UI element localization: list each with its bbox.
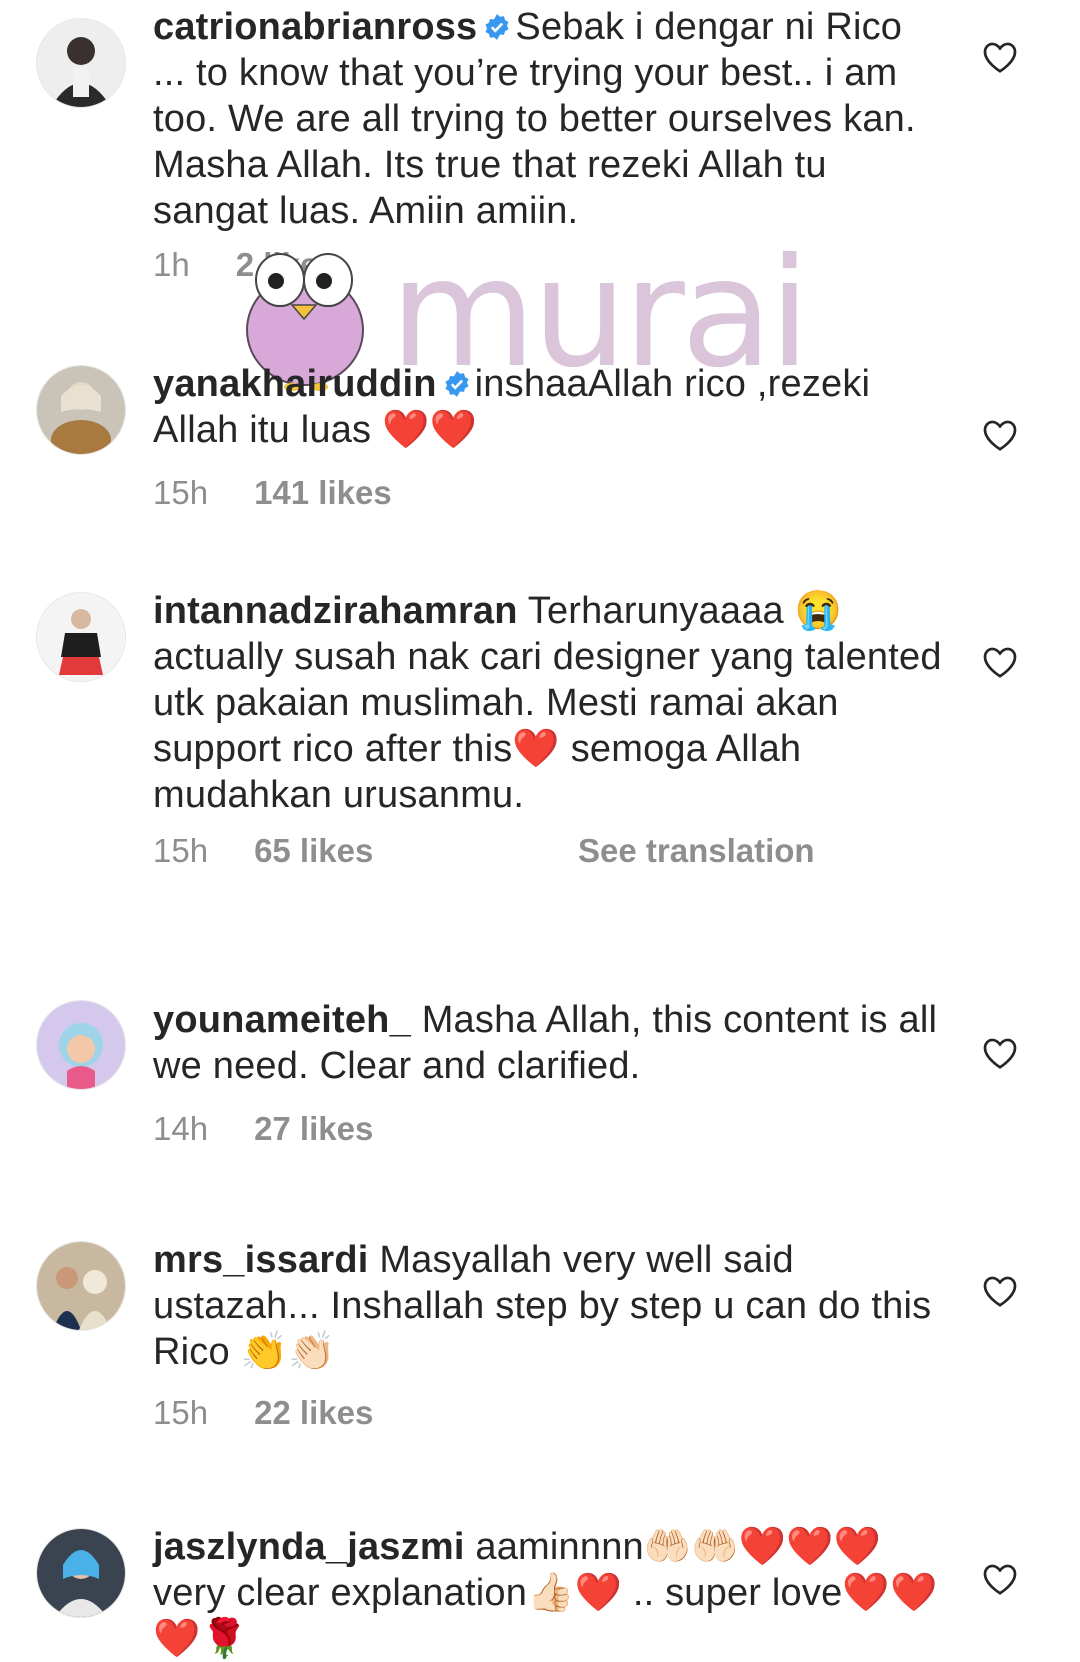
comment-meta: 15h 141 likes bbox=[153, 474, 438, 512]
heart-outline-icon[interactable] bbox=[982, 1036, 1018, 1070]
comment-likes[interactable]: 141 likes bbox=[254, 474, 392, 511]
comment-body: younameiteh_ Masha Allah, this content i… bbox=[153, 997, 943, 1089]
avatar[interactable] bbox=[36, 1000, 126, 1090]
comment-body: mrs_issardi Masyallah very well said ust… bbox=[153, 1237, 943, 1375]
comment-body: yanakhairuddin inshaaAllah rico ,rezeki A… bbox=[153, 361, 943, 453]
comment-body: catrionabrianross Sebak i dengar ni Rico … bbox=[153, 4, 943, 234]
comment-username[interactable]: yanakhairuddin bbox=[153, 363, 437, 405]
heart-outline-icon[interactable] bbox=[982, 1274, 1018, 1308]
avatar[interactable] bbox=[36, 1528, 126, 1618]
comment-meta: 1h 2 likes bbox=[153, 246, 383, 284]
comment-body: jaszlynda_jaszmi aaminnnn🤲🏻🤲🏻❤️❤️❤️ very… bbox=[153, 1524, 943, 1662]
heart-outline-icon[interactable] bbox=[982, 1562, 1018, 1596]
heart-outline-icon[interactable] bbox=[982, 418, 1018, 452]
comment-username[interactable]: catrionabrianross bbox=[153, 6, 477, 48]
comment-time: 1h bbox=[153, 246, 190, 283]
avatar[interactable] bbox=[36, 1241, 126, 1331]
comment-time: 15h bbox=[153, 474, 209, 511]
heart-outline-icon[interactable] bbox=[982, 40, 1018, 74]
comment-likes[interactable]: 22 likes bbox=[254, 1394, 373, 1431]
comment-username[interactable]: younameiteh_ bbox=[153, 999, 411, 1041]
comment-time: 15h bbox=[153, 832, 209, 869]
comment-time: 14h bbox=[153, 1110, 209, 1147]
comment-time: 15h bbox=[153, 1394, 209, 1431]
comment-username[interactable]: mrs_issardi bbox=[153, 1239, 369, 1281]
comment-likes[interactable]: 65 likes bbox=[254, 832, 373, 869]
comment-body: intannadzirahamran Terharunyaaaa 😭 actua… bbox=[153, 588, 943, 818]
heart-outline-icon[interactable] bbox=[982, 645, 1018, 679]
avatar[interactable] bbox=[36, 365, 126, 455]
comment-meta: 15h 65 likes See translation bbox=[153, 832, 815, 870]
comment-meta: 14h 27 likes bbox=[153, 1110, 419, 1148]
comment-username[interactable]: jaszlynda_jaszmi bbox=[153, 1526, 465, 1568]
verified-badge-icon bbox=[445, 371, 469, 397]
avatar[interactable] bbox=[36, 592, 126, 682]
avatar[interactable] bbox=[36, 18, 126, 108]
comment-likes[interactable]: 2 likes bbox=[236, 246, 337, 283]
comment-meta: 15h 22 likes bbox=[153, 1394, 419, 1432]
comment-likes[interactable]: 27 likes bbox=[254, 1110, 373, 1147]
see-translation-link[interactable]: See translation bbox=[578, 832, 815, 870]
comment-username[interactable]: intannadzirahamran bbox=[153, 590, 518, 632]
verified-badge-icon bbox=[485, 14, 509, 40]
